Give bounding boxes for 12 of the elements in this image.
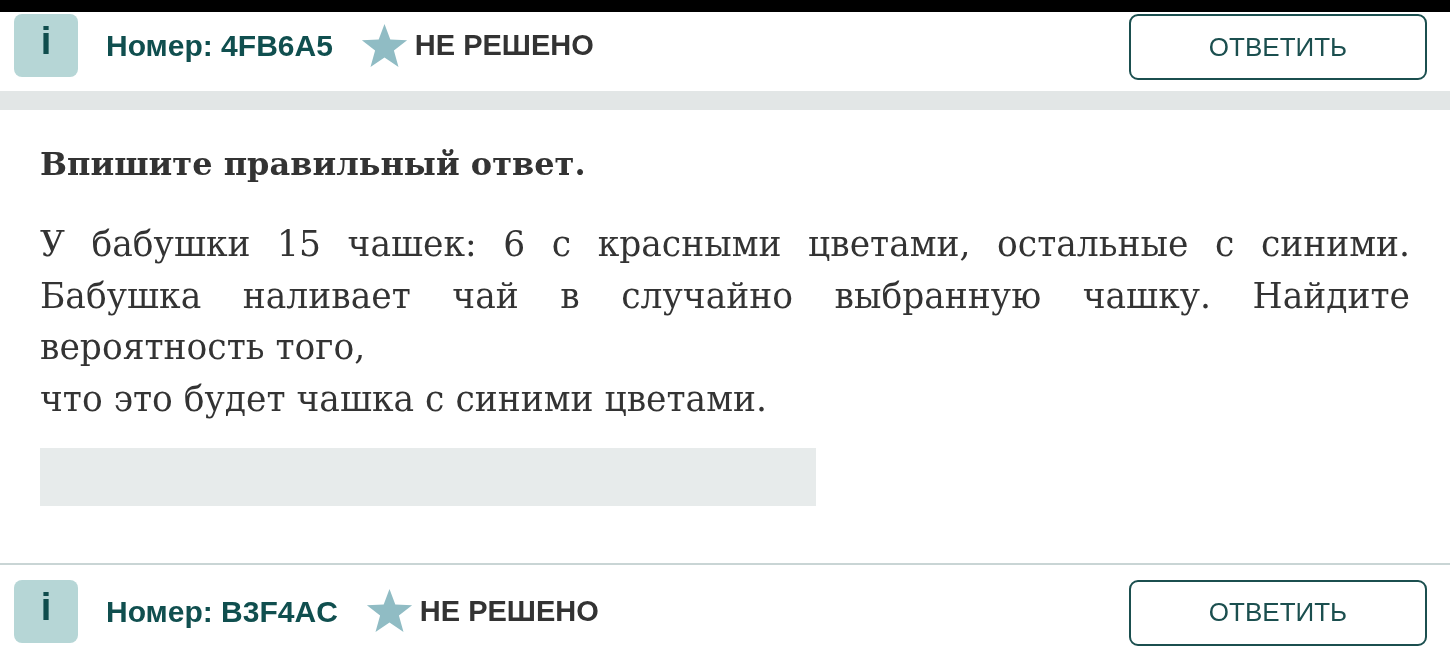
task-number: Номер: 4FB6A5 (106, 28, 333, 64)
info-button[interactable]: i (14, 579, 78, 643)
task-instruction: Впишите правильный ответ. (40, 144, 587, 184)
star-icon (359, 22, 409, 69)
answer-field[interactable] (40, 447, 816, 506)
info-button[interactable]: i (14, 14, 78, 77)
task-status: НЕ РЕШЕНО (419, 593, 599, 629)
task-number: Номер: B3F4AC (106, 593, 338, 630)
task-status: НЕ РЕШЕНО (414, 27, 594, 63)
question-text: У бабушки 15 чашек: 6 с красными цветами, остальные с синими. Бабушка наливает чай в случайно выбранную чашку. Найдите вероятность того, что это будет чашка с синими цветами. (40, 223, 1410, 422)
answer-button[interactable]: ОТВЕТИТЬ (1129, 14, 1427, 80)
answer-button[interactable]: ОТВЕТИТЬ (1129, 579, 1427, 646)
